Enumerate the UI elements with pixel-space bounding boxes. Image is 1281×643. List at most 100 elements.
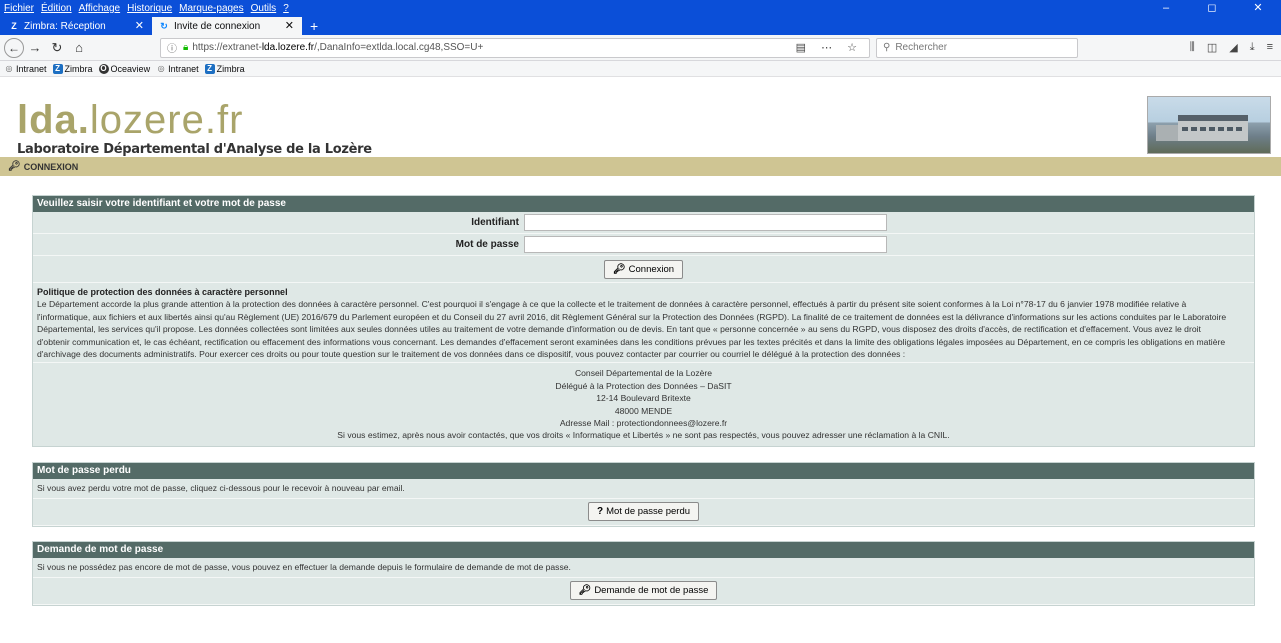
oceaview-icon: O — [98, 63, 109, 74]
search-placeholder: Rechercher — [895, 42, 948, 53]
reload-icon[interactable]: ↻ — [46, 37, 68, 59]
bookmark-label: Intranet — [16, 63, 47, 74]
contact-line: Délégué à la Protection des Données – Da… — [555, 380, 732, 391]
web-page: lda.lozere.fr Laboratoire Départemental … — [0, 94, 1281, 643]
password-request-button-label: Demande de mot de passe — [594, 585, 709, 597]
zimbra-icon: Z — [204, 63, 215, 74]
back-arrow-icon[interactable]: ← — [4, 37, 24, 58]
contact-line: 48000 MENDE — [614, 405, 673, 416]
tab-login[interactable]: ↻ Invite de connexion ✕ — [152, 17, 302, 35]
minimize-icon[interactable]: – — [1143, 0, 1189, 17]
close-tab-icon[interactable]: ✕ — [135, 19, 144, 32]
identifiant-label: Identifiant — [471, 217, 519, 228]
search-icon: ⚲ — [883, 42, 891, 53]
extension-icon[interactable]: ◢ — [1229, 41, 1237, 54]
bookmark-label: Zimbra — [64, 63, 93, 74]
connexion-button[interactable]: 🔑︎ Connexion — [603, 259, 684, 279]
menu-marque-pages[interactable]: Marque-pages — [179, 3, 243, 14]
policy-line: d'obtenir communication et, le cas échéa… — [37, 336, 1226, 347]
maximize-icon[interactable]: ◻ — [1189, 0, 1235, 17]
menu-historique[interactable]: Historique — [127, 3, 172, 14]
tab-zimbra[interactable]: Z Zimbra: Réception ✕ — [2, 17, 152, 35]
bookmark-label: Oceaview — [110, 63, 151, 74]
lost-password-row: ? Mot de passe perdu — [33, 499, 1254, 526]
search-input[interactable]: ⚲ Rechercher — [876, 37, 1078, 58]
key-icon: 🔑︎ — [8, 161, 21, 172]
password-request-button[interactable]: 🔑︎ Demande de mot de passe — [569, 581, 718, 601]
dpo-contact: Conseil Départemental de la Lozère Délég… — [33, 363, 1254, 445]
sidebar-icon[interactable]: ◫ — [1207, 41, 1217, 54]
key-icon: 🔑︎ — [578, 585, 592, 597]
password-label: Mot de passe — [455, 239, 519, 250]
download-icon[interactable]: ⤓ — [1250, 41, 1255, 54]
question-icon: ? — [596, 506, 604, 518]
tab-label: Invite de connexion — [174, 20, 261, 32]
hamburger-menu-icon[interactable]: ≡ — [1267, 41, 1273, 54]
close-window-icon[interactable]: ✕ — [1235, 0, 1281, 17]
globe-icon: ◎ — [157, 64, 165, 73]
logo-bold: lda. — [17, 98, 90, 142]
page-actions-icon[interactable]: ▤ ⋯ ☆ — [796, 41, 863, 54]
lost-password-button-label: Mot de passe perdu — [606, 506, 691, 518]
policy-line: l'informatique, aux fichiers et aux libe… — [37, 311, 1227, 322]
lost-password-panel: Mot de passe perdu Si vous avez perdu vo… — [32, 461, 1255, 527]
bookmark-oceaview[interactable]: O Oceaview — [98, 63, 151, 74]
submit-row: 🔑︎ Connexion — [33, 256, 1254, 283]
menu-bar: Fichier Édition Affichage Historique Mar… — [0, 0, 1281, 17]
identifiant-input[interactable] — [524, 214, 887, 231]
logo-light: lozere.fr — [89, 98, 244, 142]
contact-email: Adresse Mail : protectiondonnees@lozere.… — [559, 418, 728, 429]
menu-outils[interactable]: Outils — [251, 3, 277, 14]
lost-password-text: Si vous avez perdu votre mot de passe, c… — [33, 479, 1254, 499]
password-row: Mot de passe — [33, 234, 1254, 256]
lost-password-button[interactable]: ? Mot de passe perdu — [587, 502, 700, 522]
policy-line: Le Département accorde la plus grande at… — [37, 299, 1187, 310]
window-controls: – ◻ ✕ — [1143, 0, 1281, 17]
password-request-text: Si vous ne possédez pas encore de mot de… — [33, 558, 1254, 578]
nav-connexion-label: CONNEXION — [23, 161, 79, 172]
bookmark-label: Intranet — [168, 63, 199, 74]
home-icon[interactable]: ⌂ — [68, 37, 90, 59]
url-scheme: https://extranet- — [192, 42, 262, 53]
menu-affichage[interactable]: Affichage — [79, 3, 121, 14]
zimbra-icon: Z — [11, 21, 17, 31]
policy-title: Politique de protection des données à ca… — [37, 287, 288, 297]
url-path: /,DanaInfo=extlda.local.cg48,SSO=U+ — [314, 42, 484, 53]
policy-line: Départemental, les services qu'il propos… — [37, 324, 1201, 335]
menu-fichier[interactable]: Fichier — [4, 3, 34, 14]
bookmark-intranet[interactable]: ◎ Intranet — [4, 64, 47, 74]
menu-aide[interactable]: ? — [283, 3, 289, 14]
forward-arrow-icon[interactable]: → — [24, 37, 46, 59]
contact-line: Conseil Départemental de la Lozère — [574, 368, 713, 379]
nav-connexion: 🔑︎ CONNEXION — [0, 157, 1281, 177]
bookmark-zimbra-2[interactable]: Z Zimbra — [204, 63, 245, 74]
privacy-policy: Politique de protection des données à ca… — [33, 283, 1254, 364]
building-photo — [1147, 96, 1271, 154]
info-icon[interactable]: ⓘ — [167, 40, 177, 55]
new-tab-icon[interactable]: + — [302, 17, 326, 35]
login-heading: Veuillez saisir votre identifiant et vot… — [33, 196, 1254, 212]
policy-line: d'archivage des documents administratifs… — [37, 349, 906, 360]
tab-label: Zimbra: Réception — [24, 20, 106, 32]
password-request-panel: Demande de mot de passe Si vous ne possé… — [32, 540, 1255, 606]
bookmark-intranet-2[interactable]: ◎ Intranet — [156, 64, 199, 74]
site-subtitle: Laboratoire Départemental d'Analyse de l… — [17, 142, 372, 157]
menu-edition[interactable]: Édition — [41, 3, 72, 14]
url-bar[interactable]: ⓘ 🔒︎ https://extranet-lda.lozere.fr/,Dan… — [160, 37, 870, 58]
password-input[interactable] — [524, 236, 887, 253]
password-request-heading: Demande de mot de passe — [33, 541, 1254, 558]
close-tab-icon[interactable]: ✕ — [285, 19, 294, 32]
identifiant-row: Identifiant — [33, 212, 1254, 234]
key-icon: 🔑︎ — [612, 263, 626, 275]
connexion-button-label: Connexion — [628, 263, 675, 275]
bookmarks-bar: ◎ Intranet Z Zimbra O Oceaview ◎ Intranet ZZ… — [0, 61, 1281, 77]
bookmark-zimbra[interactable]: Z Zimbra — [52, 63, 93, 74]
globe-icon: ◎ — [5, 64, 13, 73]
navigation-toolbar: ← → ↻ ⌂ ⓘ 🔒︎ https://extranet-lda.lozere… — [0, 35, 1281, 61]
toolbar-right: ⫼ ◫ ◢ ⤓ ≡ — [1190, 41, 1277, 54]
site-logo[interactable]: lda.lozere.fr Laboratoire Départemental … — [17, 100, 372, 157]
password-request-row: 🔑︎ Demande de mot de passe — [33, 578, 1254, 605]
library-icon[interactable]: ⫼ — [1190, 41, 1195, 54]
contact-line: 12-14 Boulevard Britexte — [596, 393, 691, 404]
site-banner: lda.lozere.fr Laboratoire Départemental … — [0, 94, 1281, 157]
